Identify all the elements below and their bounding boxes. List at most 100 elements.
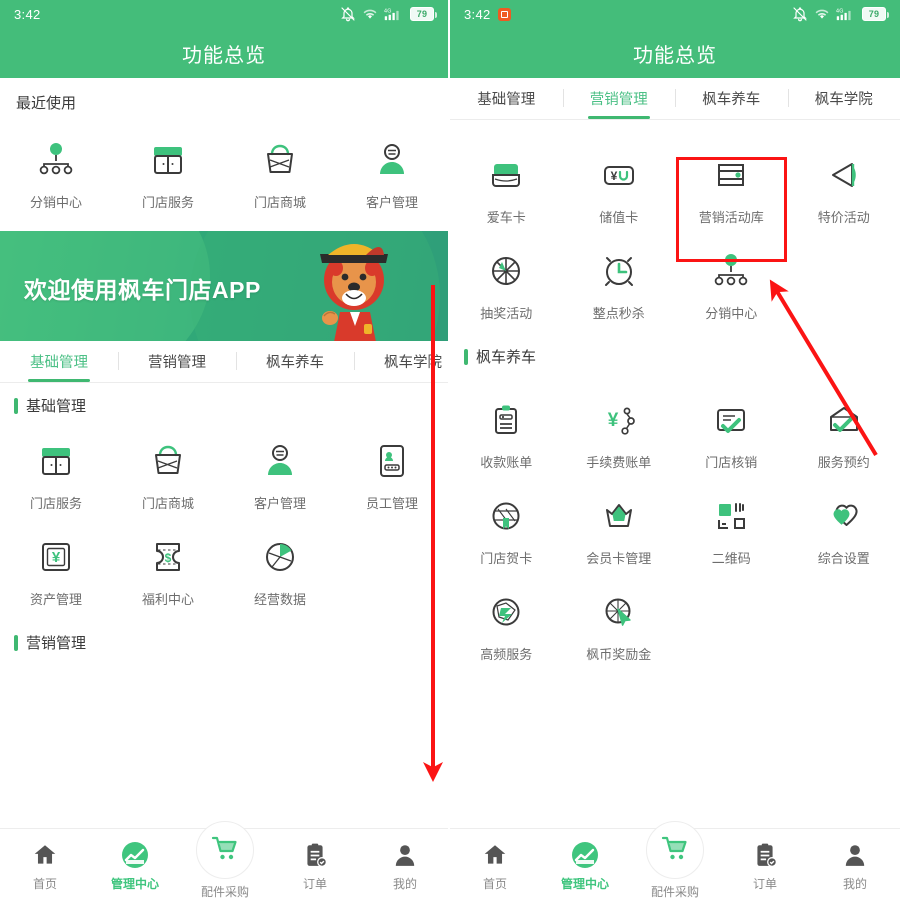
tab-basic-management[interactable]: 基础管理 bbox=[450, 78, 563, 119]
lion-mascot-icon bbox=[294, 231, 414, 341]
grid-item-payment-bill[interactable]: 收款账单 bbox=[450, 385, 563, 481]
storefront-icon bbox=[33, 438, 79, 484]
staff-badge-icon bbox=[369, 438, 415, 484]
profile-person-icon bbox=[842, 841, 868, 869]
grid-item-flash-sale[interactable]: 整点秒杀 bbox=[563, 236, 676, 332]
grid-item-label: 门店贺卡 bbox=[480, 551, 533, 566]
grid-item-distribution[interactable]: 分销中心 bbox=[675, 236, 788, 332]
tab-fengche-academy[interactable]: 枫车学院 bbox=[354, 341, 448, 382]
status-time: 3:42 bbox=[464, 6, 491, 22]
screen-recording-indicator bbox=[497, 7, 511, 21]
grid-item-label: 营销活动库 bbox=[698, 210, 764, 225]
grid-item-business-data[interactable]: 经营数据 bbox=[224, 522, 336, 618]
tab-fengche-academy[interactable]: 枫车学院 bbox=[787, 78, 900, 119]
grid-item-special-offer[interactable]: 特价活动 bbox=[788, 140, 900, 236]
distribution-network-icon bbox=[33, 137, 79, 183]
alarm-clock-icon bbox=[596, 248, 642, 294]
grid-item-fee-bill[interactable]: ¥ 手续费账单 bbox=[563, 385, 676, 481]
grid-item-label: 分销中心 bbox=[705, 306, 758, 321]
megaphone-icon bbox=[821, 152, 867, 198]
customer-person-icon bbox=[369, 137, 415, 183]
tab-fengche-maintenance[interactable]: 枫车养车 bbox=[236, 341, 354, 382]
grid-item-car-card[interactable]: 爱车卡 bbox=[450, 140, 563, 236]
nav-label: 管理中心 bbox=[110, 877, 159, 891]
tab-fengche-maintenance[interactable]: 枫车养车 bbox=[675, 78, 788, 119]
nav-order[interactable]: 订单 bbox=[720, 829, 810, 892]
grid-item-label: 抽奖活动 bbox=[480, 306, 533, 321]
high-frequency-icon bbox=[483, 589, 529, 635]
tab-label: 营销管理 bbox=[148, 355, 206, 371]
grid-item-store-mall[interactable]: 门店商城 bbox=[112, 426, 224, 522]
nav-label: 首页 bbox=[482, 877, 507, 891]
svg-text:4G: 4G bbox=[836, 8, 844, 14]
grid-item-label: 服务预约 bbox=[817, 455, 870, 470]
page-title: 功能总览 bbox=[450, 28, 900, 78]
stored-value-card-icon: ¥ bbox=[596, 152, 642, 198]
tab-basic-management[interactable]: 基础管理 bbox=[0, 341, 118, 382]
grid-item-asset[interactable]: ¥ 资产管理 bbox=[0, 522, 112, 618]
grid-item-label: 整点秒杀 bbox=[592, 306, 645, 321]
marketing-grid: 爱车卡 ¥ 储值卡 营销活动库 特价活动 抽奖活动 整点秒杀 分销中心 bbox=[450, 120, 900, 334]
grid-item-label: 爱车卡 bbox=[486, 210, 526, 225]
grid-item-customer[interactable]: 客户管理 bbox=[336, 125, 448, 221]
nav-label: 我的 bbox=[842, 877, 867, 891]
grid-item-label: 门店商城 bbox=[253, 195, 306, 210]
grid-item-label: 枫币奖励金 bbox=[586, 647, 652, 662]
greeting-card-icon bbox=[483, 493, 529, 539]
grid-item-lottery[interactable]: 抽奖活动 bbox=[450, 236, 563, 332]
section-accent-bar bbox=[464, 348, 468, 365]
section-accent-bar bbox=[14, 634, 18, 651]
nav-home[interactable]: 首页 bbox=[450, 829, 540, 892]
nav-management-center[interactable]: 管理中心 bbox=[540, 829, 630, 892]
grid-item-greeting-card[interactable]: 门店贺卡 bbox=[450, 481, 563, 577]
grid-item-qrcode[interactable]: 二维码 bbox=[675, 481, 788, 577]
recent-section-title: 最近使用 bbox=[16, 95, 77, 112]
home-icon bbox=[482, 841, 508, 869]
management-chart-icon bbox=[571, 841, 599, 869]
grid-item-coin-reward[interactable]: 枫币奖励金 bbox=[563, 577, 676, 673]
grid-item-label: 门店核销 bbox=[705, 455, 758, 470]
grid-item-label: 客户管理 bbox=[253, 496, 306, 511]
grid-item-label: 福利中心 bbox=[141, 592, 194, 607]
signal-icon: 4G bbox=[836, 6, 856, 22]
grid-item-empty bbox=[788, 577, 900, 673]
nav-label: 管理中心 bbox=[560, 877, 609, 891]
svg-text:¥: ¥ bbox=[610, 169, 617, 183]
nav-label: 配件采购 bbox=[200, 885, 249, 899]
category-tabs[interactable]: 基础管理 营销管理 枫车养车 枫车学院 bbox=[0, 341, 448, 383]
tab-marketing-management[interactable]: 营销管理 bbox=[118, 341, 236, 382]
grid-item-customer[interactable]: 客户管理 bbox=[224, 426, 336, 522]
grid-item-label: 收款账单 bbox=[480, 455, 533, 470]
section-header-basic: 基础管理 bbox=[0, 383, 448, 420]
nav-order[interactable]: 订单 bbox=[270, 829, 360, 892]
fee-yuan-node-icon: ¥ bbox=[596, 397, 642, 443]
grid-item-welfare[interactable]: $ 福利中心 bbox=[112, 522, 224, 618]
nav-management-center[interactable]: 管理中心 bbox=[90, 829, 180, 892]
grid-item-store-mall[interactable]: 门店商城 bbox=[224, 125, 336, 221]
grid-item-member-card[interactable]: 会员卡管理 bbox=[563, 481, 676, 577]
bell-muted-icon bbox=[792, 6, 808, 22]
grid-item-store-service[interactable]: 门店服务 bbox=[112, 125, 224, 221]
grid-item-staff[interactable]: 员工管理 bbox=[336, 426, 448, 522]
grid-item-campaign-library[interactable]: 营销活动库 bbox=[675, 140, 788, 236]
section-header-marketing: 营销管理 bbox=[0, 620, 448, 657]
nav-profile[interactable]: 我的 bbox=[810, 829, 900, 892]
tab-label: 枫车养车 bbox=[266, 355, 324, 371]
tab-marketing-management[interactable]: 营销管理 bbox=[562, 78, 676, 119]
grid-item-service-booking[interactable]: 服务预约 bbox=[788, 385, 900, 481]
welcome-banner[interactable]: 欢迎使用枫车门店APP bbox=[0, 231, 448, 341]
nav-home[interactable]: 首页 bbox=[0, 829, 90, 892]
recent-used-grid: 分销中心 门店服务 门店商城 客户管理 bbox=[0, 119, 448, 223]
grid-item-high-frequency[interactable]: 高频服务 bbox=[450, 577, 563, 673]
nav-profile[interactable]: 我的 bbox=[360, 829, 448, 892]
section-title: 营销管理 bbox=[26, 635, 87, 652]
grid-item-store-verify[interactable]: 门店核销 bbox=[675, 385, 788, 481]
tab-label: 枫车学院 bbox=[384, 355, 442, 371]
grid-item-stored-value-card[interactable]: ¥ 储值卡 bbox=[563, 140, 676, 236]
lottery-wheel-icon bbox=[483, 248, 529, 294]
grid-item-store-service[interactable]: 门店服务 bbox=[0, 426, 112, 522]
category-tabs[interactable]: 基础管理 营销管理 枫车养车 枫车学院 bbox=[450, 78, 900, 120]
grid-item-general-settings[interactable]: 综合设置 bbox=[788, 481, 900, 577]
grid-item-distribution[interactable]: 分销中心 bbox=[0, 125, 112, 221]
grid-item-empty bbox=[788, 236, 900, 332]
